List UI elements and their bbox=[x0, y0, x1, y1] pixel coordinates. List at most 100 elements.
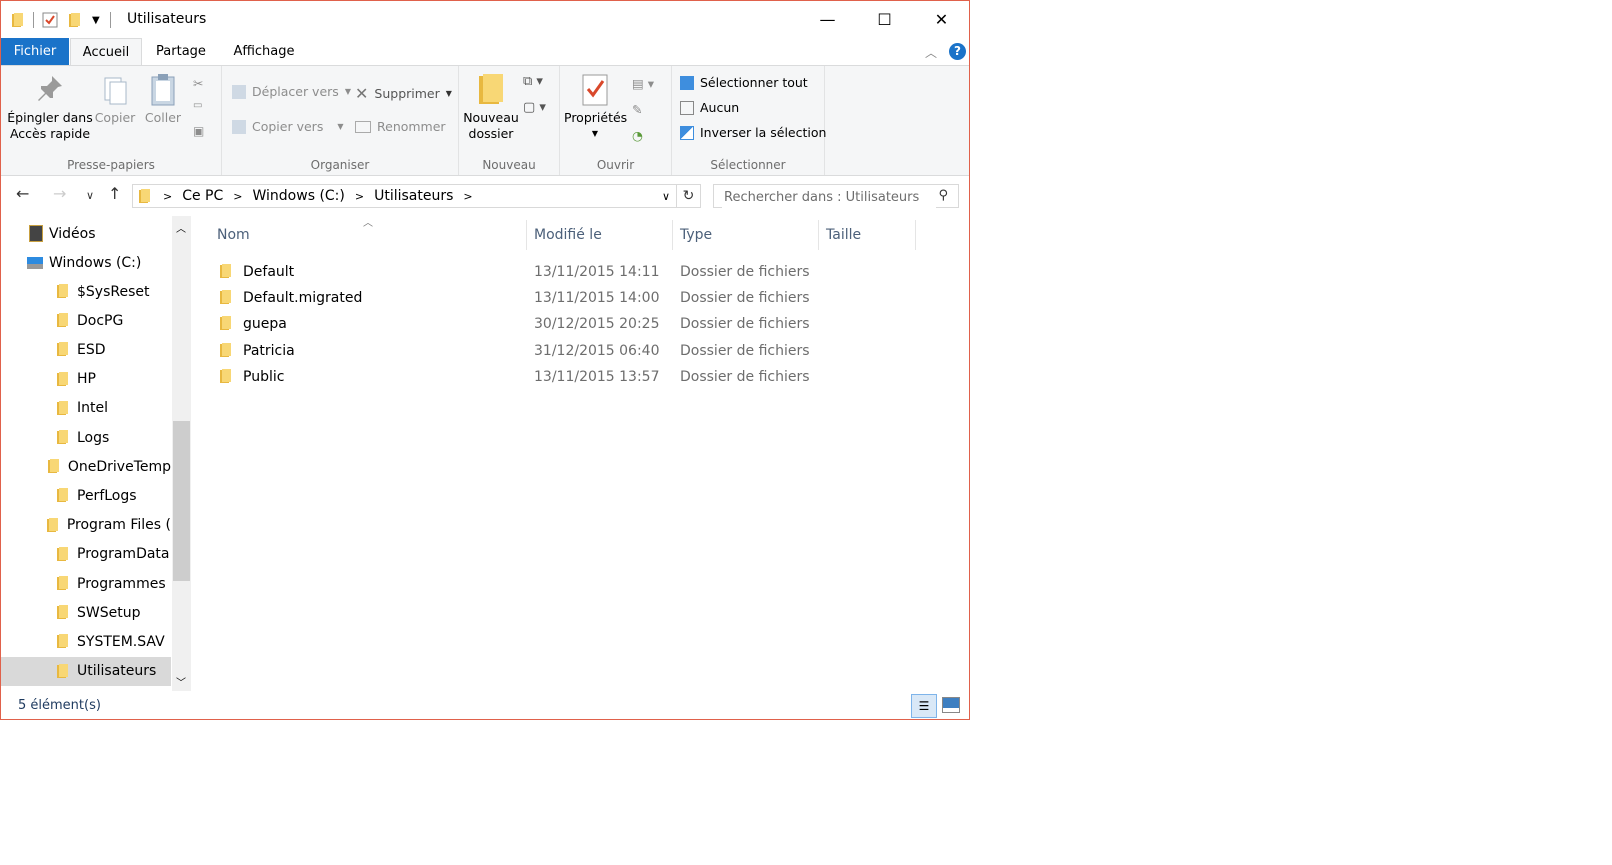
tab-affichage[interactable]: Affichage bbox=[225, 38, 303, 65]
nav-item-docpg[interactable]: DocPG bbox=[1, 306, 171, 335]
tab-fichier[interactable]: Fichier bbox=[1, 38, 69, 65]
table-row[interactable]: guepa 30/12/2015 20:25 Dossier de fichiers bbox=[213, 311, 810, 337]
column-header-taille[interactable]: Taille bbox=[826, 222, 861, 248]
minimize-button[interactable]: — bbox=[799, 1, 856, 38]
copy-button[interactable]: Copier bbox=[93, 72, 137, 126]
edit-icon[interactable]: ✎ bbox=[632, 102, 642, 117]
copy-to-icon bbox=[232, 119, 246, 134]
refresh-icon[interactable]: ↻ bbox=[677, 184, 701, 208]
search-input[interactable] bbox=[722, 186, 936, 208]
large-icons-view-icon[interactable] bbox=[942, 697, 960, 713]
recent-locations-icon[interactable]: ∨ bbox=[86, 189, 94, 202]
nav-item-perflogs[interactable]: PerfLogs bbox=[1, 481, 171, 510]
properties-icon bbox=[579, 72, 611, 106]
nav-item-system-sav[interactable]: SYSTEM.SAV bbox=[1, 627, 171, 656]
folder-icon bbox=[1, 517, 67, 533]
collapse-ribbon-icon[interactable]: ︿ bbox=[925, 44, 937, 61]
table-row[interactable]: Public 13/11/2015 13:57 Dossier de fichier… bbox=[213, 364, 810, 390]
nav-item-label: ESD bbox=[77, 341, 106, 358]
nav-item-program-files[interactable]: Program Files ( bbox=[1, 511, 171, 540]
column-header-modifie[interactable]: Modifié le bbox=[534, 222, 602, 248]
breadcrumb-ce-pc[interactable]: Ce PC bbox=[182, 188, 223, 204]
pin-label-line2: Accès rapide bbox=[9, 126, 91, 141]
folder-icon bbox=[1, 284, 77, 299]
new-item-icon[interactable]: ⧉ ▾ bbox=[523, 74, 543, 89]
search-icon[interactable]: ⚲ bbox=[938, 188, 948, 203]
address-dropdown-icon[interactable]: ∨ bbox=[662, 190, 670, 203]
nav-item-programmes[interactable]: Programmes bbox=[1, 569, 171, 598]
invert-selection-label: Inverser la sélection bbox=[700, 125, 827, 140]
nav-item-windows-c[interactable]: Windows (C:) bbox=[1, 248, 171, 277]
new-folder-icon[interactable] bbox=[68, 12, 82, 28]
copy-path-icon[interactable]: ▭ bbox=[193, 100, 202, 111]
copy-to-button[interactable]: Copier vers ▼ bbox=[232, 119, 343, 134]
nav-item-esd[interactable]: ESD bbox=[1, 335, 171, 364]
rename-button[interactable]: Renommer bbox=[355, 119, 446, 134]
new-folder-button[interactable]: Nouveau dossier bbox=[461, 72, 521, 142]
nav-item-utilisateurs[interactable]: Utilisateurs bbox=[1, 656, 171, 686]
nav-scrollbar[interactable]: ︿ ﹀ bbox=[172, 216, 191, 691]
table-row[interactable]: Default 13/11/2015 14:11 Dossier de fichie… bbox=[213, 259, 810, 285]
history-icon[interactable]: ◔ bbox=[632, 128, 643, 143]
properties-button[interactable]: Propriétés ▼ bbox=[564, 72, 627, 142]
group-presse-papiers: Épingler dans Accès rapide Copier Coller… bbox=[1, 66, 222, 175]
open-icon[interactable]: ▤ ▾ bbox=[632, 76, 654, 91]
column-header-type[interactable]: Type bbox=[680, 222, 712, 248]
table-row[interactable]: Patricia 31/12/2015 06:40 Dossier de fichi… bbox=[213, 338, 810, 364]
folder-icon bbox=[1, 605, 77, 620]
nav-item-logs[interactable]: Logs bbox=[1, 423, 171, 452]
up-arrow-icon[interactable]: ↑ bbox=[108, 184, 121, 203]
tab-accueil[interactable]: Accueil bbox=[70, 38, 142, 65]
invert-selection-button[interactable]: Inverser la sélection bbox=[680, 125, 826, 140]
tab-partage[interactable]: Partage bbox=[147, 38, 215, 65]
column-header-nom[interactable]: Nom bbox=[217, 222, 250, 248]
breadcrumb-chevron-icon[interactable]: > bbox=[355, 190, 364, 203]
close-button[interactable]: ✕ bbox=[913, 1, 969, 38]
nav-item-intel[interactable]: Intel bbox=[1, 394, 171, 423]
scroll-up-icon[interactable]: ︿ bbox=[176, 220, 186, 235]
nav-item-sysreset[interactable]: $SysReset bbox=[1, 277, 171, 306]
breadcrumb-chevron-icon[interactable]: > bbox=[233, 190, 242, 203]
back-arrow-icon[interactable]: ← bbox=[16, 184, 29, 203]
table-row[interactable]: Default.migrated 13/11/2015 14:00 Dossier … bbox=[213, 285, 810, 311]
breadcrumb-chevron-icon[interactable]: > bbox=[463, 190, 472, 203]
folder-icon bbox=[1, 459, 68, 474]
paste-shortcut-icon[interactable]: ▣ bbox=[193, 124, 204, 138]
move-to-icon bbox=[232, 84, 246, 99]
select-all-button[interactable]: Sélectionner tout bbox=[680, 75, 808, 90]
ribbon-tabs: Fichier Accueil Partage Affichage ︿ ? bbox=[1, 38, 969, 65]
delete-button[interactable]: ✕ Supprimer ▼ bbox=[355, 84, 452, 103]
select-none-button[interactable]: Aucun bbox=[680, 100, 739, 115]
breadcrumb-utilisateurs[interactable]: Utilisateurs bbox=[374, 188, 453, 204]
help-icon[interactable]: ? bbox=[949, 43, 966, 60]
column-separator[interactable] bbox=[818, 220, 819, 250]
nav-item-hp[interactable]: HP bbox=[1, 365, 171, 394]
forward-arrow-icon[interactable]: → bbox=[53, 184, 66, 203]
easy-access-icon[interactable]: ▢ ▾ bbox=[523, 100, 546, 115]
move-to-button[interactable]: Déplacer vers ▼ bbox=[232, 84, 351, 99]
nav-item-programdata[interactable]: ProgramData bbox=[1, 540, 171, 569]
customize-dropdown-icon[interactable]: ▼ bbox=[92, 15, 100, 26]
scroll-down-icon[interactable]: ﹀ bbox=[176, 674, 186, 689]
column-separator[interactable] bbox=[915, 220, 916, 250]
address-path[interactable]: > Ce PC > Windows (C:) > Utilisateurs > … bbox=[132, 184, 677, 208]
address-bar-row: ← → ∨ ↑ > Ce PC > Windows (C:) > Utilisa… bbox=[1, 176, 969, 216]
pin-quick-access-button[interactable]: Épingler dans Accès rapide bbox=[7, 72, 93, 142]
nav-item-videos[interactable]: Vidéos bbox=[1, 219, 171, 248]
paste-button[interactable]: Coller bbox=[141, 72, 185, 126]
group-organiser: Déplacer vers ▼ Copier vers ▼ ✕ Supprime… bbox=[222, 66, 459, 175]
details-view-icon[interactable]: ☰ bbox=[911, 694, 937, 718]
properties-check-icon[interactable] bbox=[42, 12, 58, 28]
folder-icon bbox=[1, 313, 77, 328]
nav-item-onedrivetemp[interactable]: OneDriveTemp bbox=[1, 452, 171, 481]
dropdown-icon: ▼ bbox=[337, 122, 344, 131]
column-separator[interactable] bbox=[672, 220, 673, 250]
cut-icon[interactable]: ✂ bbox=[193, 76, 203, 91]
breadcrumb-chevron-icon[interactable]: > bbox=[163, 190, 172, 203]
search-box[interactable]: ⚲ bbox=[713, 184, 959, 208]
scroll-thumb[interactable] bbox=[173, 421, 190, 581]
nav-item-swsetup[interactable]: SWSetup bbox=[1, 598, 171, 627]
column-separator[interactable] bbox=[526, 220, 527, 250]
breadcrumb-windows-c[interactable]: Windows (C:) bbox=[253, 188, 345, 204]
maximize-button[interactable]: ☐ bbox=[856, 1, 913, 38]
